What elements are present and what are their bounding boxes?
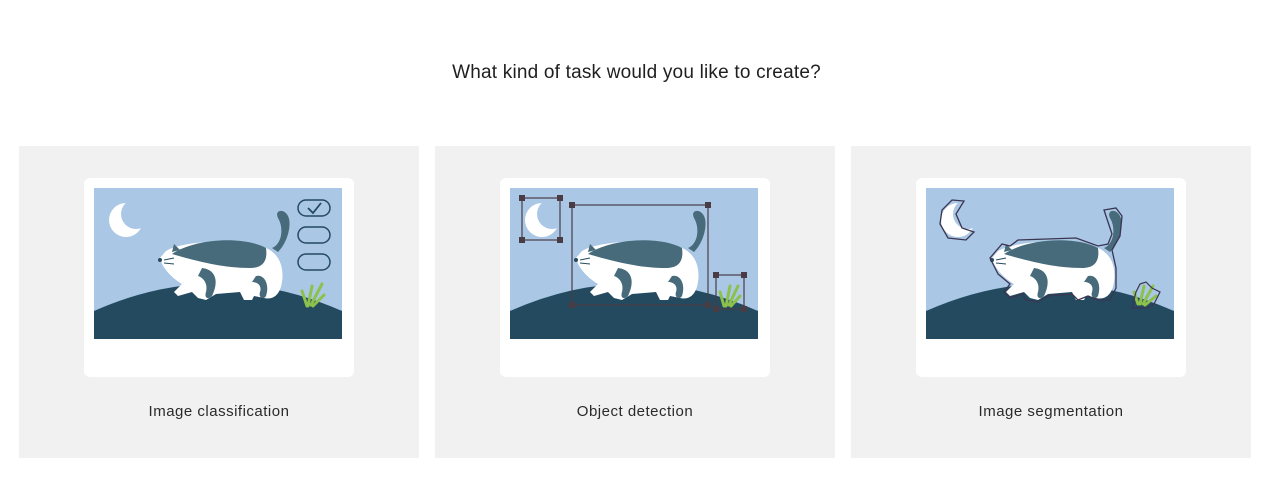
illustration-frame	[500, 178, 770, 377]
card-object-detection[interactable]: Object detection	[435, 146, 835, 458]
task-type-cards: Image classification Object detection Im…	[19, 146, 1251, 458]
cat-segmentation-illustration	[926, 188, 1174, 339]
card-label: Image classification	[148, 403, 290, 420]
illustration-frame	[84, 178, 354, 377]
cat-object-detection-illustration	[510, 188, 758, 339]
cat-classification-illustration	[94, 188, 342, 339]
card-image-segmentation[interactable]: Image segmentation	[851, 146, 1251, 458]
illustration-frame	[916, 178, 1186, 377]
card-image-classification[interactable]: Image classification	[19, 146, 419, 458]
card-label: Object detection	[576, 403, 694, 420]
page-title: What kind of task would you like to crea…	[452, 62, 821, 83]
card-label: Image segmentation	[978, 403, 1124, 420]
